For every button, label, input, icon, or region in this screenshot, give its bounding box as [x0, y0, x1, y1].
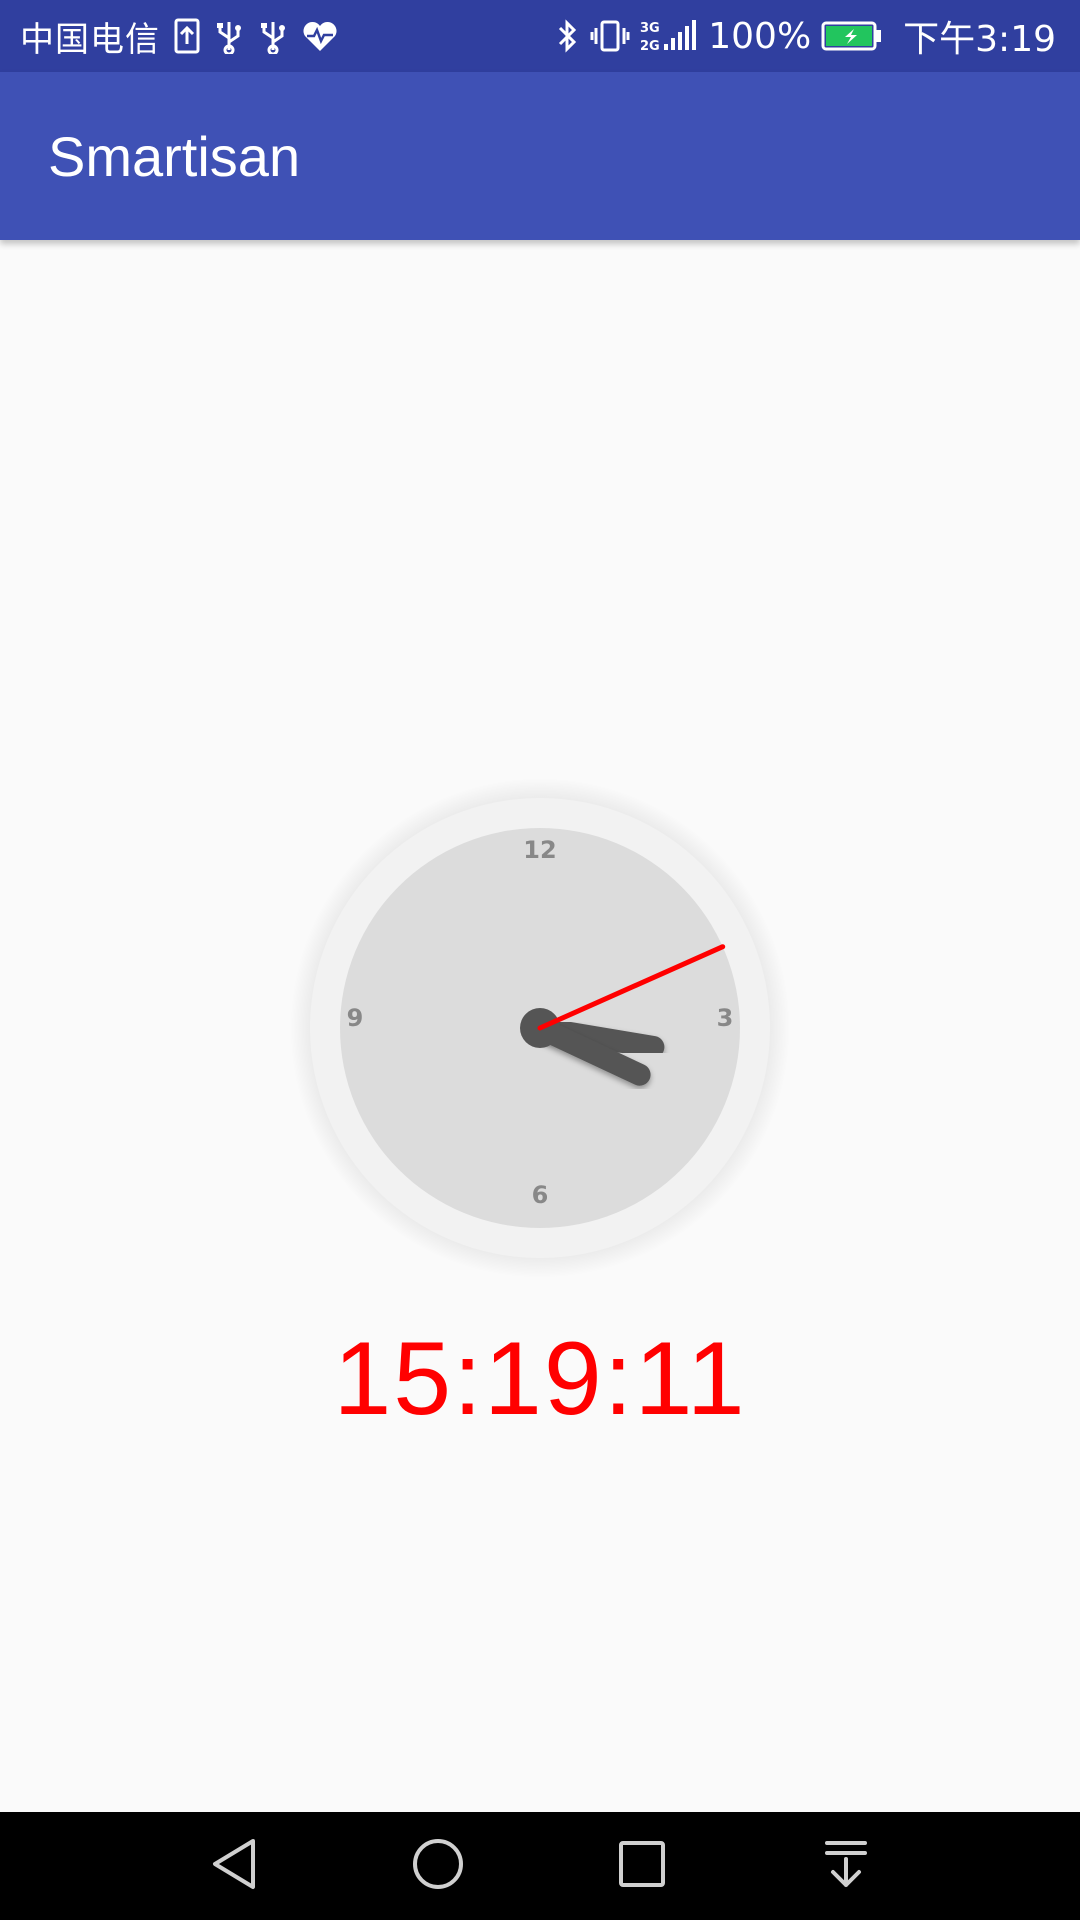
- numeral-6: 6: [532, 1181, 549, 1209]
- svg-text:2G: 2G: [640, 39, 660, 54]
- recents-icon: [617, 1839, 667, 1893]
- carrier-label: 中国电信: [20, 19, 160, 60]
- home-icon: [411, 1837, 465, 1895]
- bluetooth-icon: [556, 18, 580, 54]
- usb-icon: [214, 18, 244, 54]
- app-bar: Smartisan: [0, 72, 1080, 240]
- svg-text:3G: 3G: [640, 21, 660, 36]
- notifications-pull-icon: [823, 1839, 869, 1893]
- status-right: 3G 2G 100% 下午3:19: [556, 0, 1056, 72]
- recents-button[interactable]: [612, 1836, 672, 1896]
- numeral-9: 9: [347, 1004, 364, 1032]
- battery-percent: 100%: [708, 15, 812, 57]
- screen: 中国电信 3G 2G 100% 下午3:19 Smartisan 12 3 6 …: [0, 0, 1080, 1920]
- numeral-3: 3: [717, 1004, 734, 1032]
- status-bar: 中国电信 3G 2G 100% 下午3:19: [0, 0, 1080, 72]
- analog-clock: 12 3 6 9: [290, 778, 790, 1278]
- back-button[interactable]: [204, 1836, 264, 1896]
- sim-upload-icon: [174, 18, 200, 54]
- back-icon: [209, 1837, 259, 1895]
- numeral-12: 12: [523, 836, 556, 864]
- heart-icon: [302, 19, 338, 53]
- nav-bar: [0, 1812, 1080, 1920]
- status-time: 下午3:19: [903, 19, 1056, 60]
- usb-icon: [258, 18, 288, 54]
- home-button[interactable]: [408, 1836, 468, 1896]
- app-title: Smartisan: [48, 124, 301, 188]
- vibrate-icon: [590, 18, 630, 54]
- notifications-pull-button[interactable]: [816, 1836, 876, 1896]
- digital-time: 15:19:11: [333, 1321, 747, 1437]
- signal-icon: 3G 2G: [640, 18, 698, 54]
- clock-svg: 12 3 6 9: [290, 778, 790, 1278]
- battery-charging-icon: [821, 20, 883, 52]
- status-left: 中国电信: [20, 0, 338, 72]
